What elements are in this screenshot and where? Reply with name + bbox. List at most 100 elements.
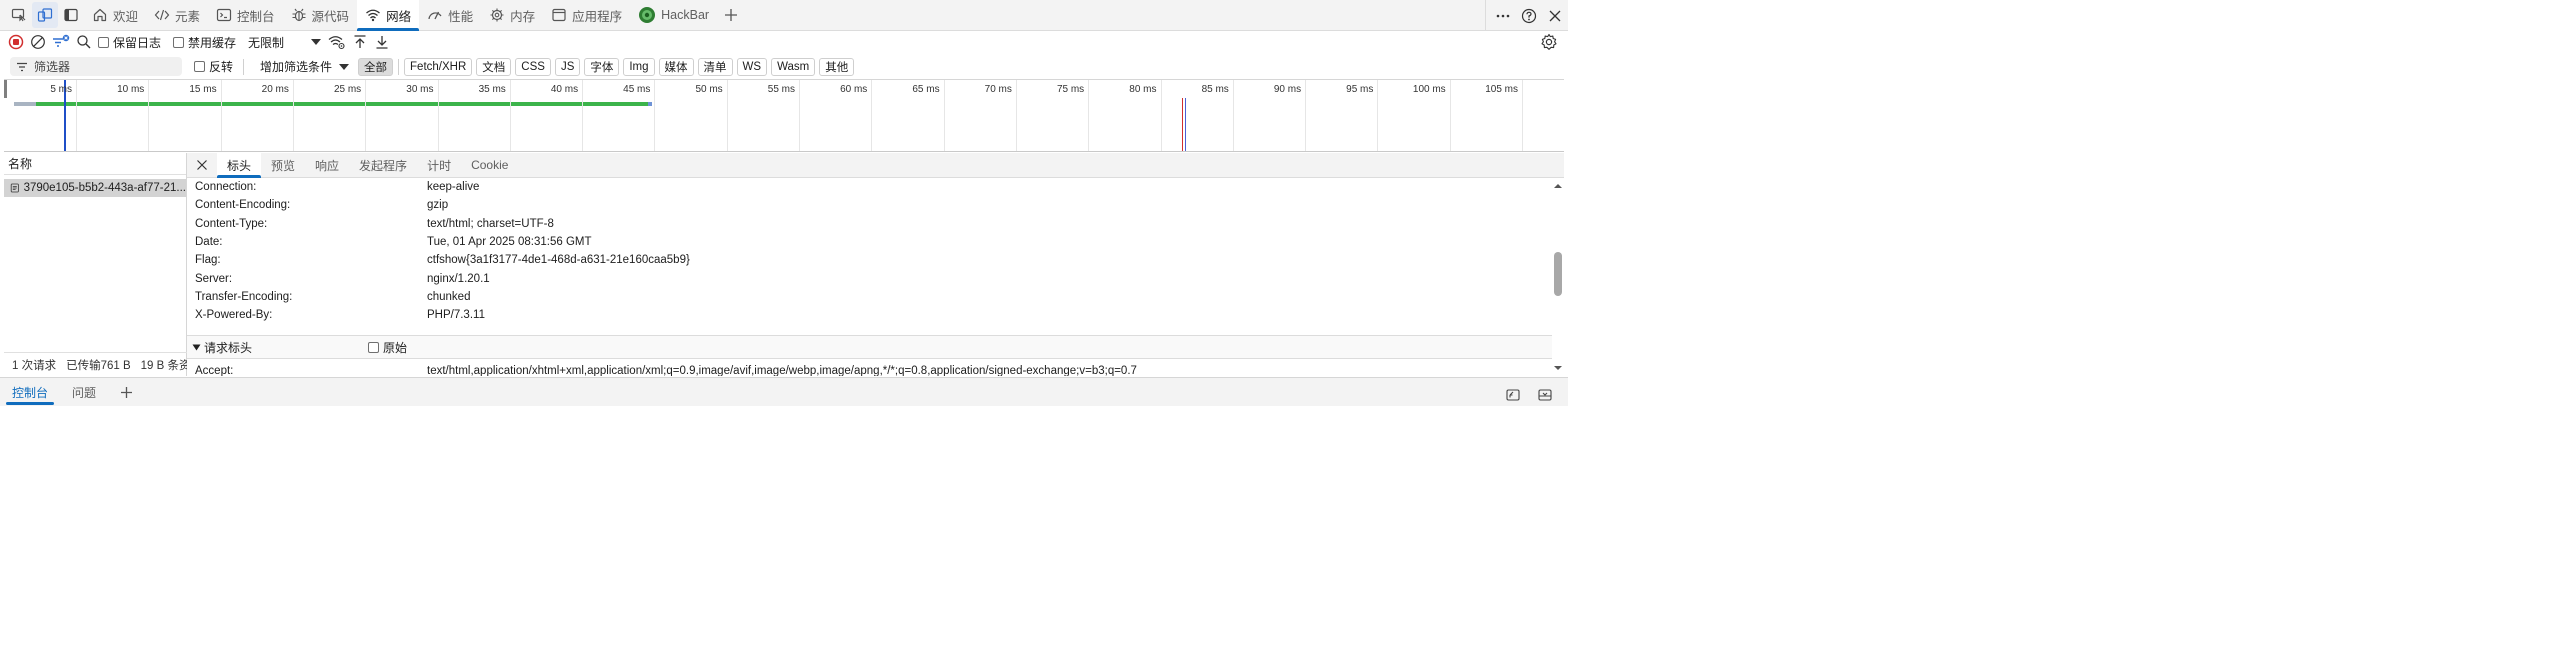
response-header-row: Server: nginx/1.20.1 <box>195 270 1545 288</box>
devtools-tab-bar: 欢迎 元素 控制台 源代码 网络 性能 内存 应用程序 HackBar <box>0 0 1568 31</box>
help-button[interactable] <box>1516 3 1542 29</box>
load-event-marker <box>1182 98 1183 151</box>
add-tool-button[interactable] <box>717 1 745 29</box>
scroll-down-arrow-icon[interactable] <box>1552 363 1564 373</box>
tab-initiator[interactable]: 发起程序 <box>349 153 417 178</box>
timeline-tick-label: 30 ms <box>406 84 434 95</box>
ellipsis-icon <box>1496 14 1510 17</box>
timeline-tick-label: 15 ms <box>189 84 217 95</box>
tab-console[interactable]: 控制台 <box>208 0 283 31</box>
invert-label: 反转 <box>209 60 234 74</box>
filter-placeholder: 筛选器 <box>34 60 71 74</box>
checkbox-box[interactable] <box>98 36 109 48</box>
tab-timing[interactable]: 计时 <box>417 153 461 178</box>
filter-chip-img[interactable]: Img <box>623 57 655 76</box>
filter-chip-all[interactable]: 全部 <box>358 57 394 76</box>
checkbox-box[interactable] <box>194 61 205 72</box>
filter-chip-other[interactable]: 其他 <box>819 57 855 76</box>
preserve-log-checkbox[interactable]: 保留日志 <box>98 31 161 53</box>
header-value: text/html,application/xhtml+xml,applicat… <box>427 365 1137 376</box>
header-value: Tue, 01 Apr 2025 08:31:56 GMT <box>427 236 592 248</box>
request-headers-section-header[interactable]: 请求标头 原始 <box>187 335 1552 359</box>
export-har-button[interactable] <box>374 31 390 53</box>
dock-icon <box>1506 389 1520 401</box>
raw-headers-checkbox[interactable]: 原始 <box>368 339 407 356</box>
tab-application[interactable]: 应用程序 <box>543 0 630 31</box>
invert-checkbox[interactable]: 反转 <box>194 58 233 75</box>
column-header-name[interactable]: 名称 <box>4 153 186 175</box>
filter-toggle-button[interactable] <box>52 31 70 53</box>
import-har-button[interactable] <box>352 31 368 53</box>
timeline-gridline <box>1088 80 1090 151</box>
tab-sources[interactable]: 源代码 <box>283 0 358 31</box>
filter-chip-css[interactable]: CSS <box>515 57 551 76</box>
tab-memory[interactable]: 内存 <box>481 0 543 31</box>
tab-welcome[interactable]: 欢迎 <box>84 0 146 31</box>
timeline-tick-label: 105 ms <box>1485 84 1518 95</box>
drawer-tab-issues[interactable]: 问题 <box>60 378 108 407</box>
tab-headers[interactable]: 标头 <box>217 152 262 178</box>
checkbox-box[interactable] <box>173 36 185 48</box>
tab-network[interactable]: 网络 <box>357 0 420 31</box>
search-button[interactable] <box>76 31 92 53</box>
filter-chip-ws[interactable]: WS <box>736 57 768 76</box>
checkbox-box[interactable] <box>368 341 379 353</box>
tab-label: HackBar <box>661 8 710 22</box>
filter-chip-manifest[interactable]: 清单 <box>697 57 733 76</box>
more-filters-dropdown[interactable]: 增加筛选条件 <box>260 58 350 75</box>
clear-icon <box>31 35 45 49</box>
triangle-down-icon <box>192 344 201 350</box>
filter-chip-media[interactable]: 媒体 <box>658 57 694 76</box>
more-options-button[interactable] <box>1490 3 1516 29</box>
network-overview-timeline[interactable]: 5 ms 10 ms 15 ms 20 ms 25 ms 30 ms 35 ms 40 ms 4… <box>4 79 1564 152</box>
tab-performance[interactable]: 性能 <box>419 0 481 31</box>
upload-icon <box>354 35 366 48</box>
header-name: Accept: <box>195 365 234 376</box>
filter-chip-js[interactable]: JS <box>554 57 581 76</box>
download-icon <box>376 36 388 49</box>
request-row[interactable]: 3790e105-b5b2-443a-af77-21... <box>4 179 186 197</box>
header-value: ctfshow{3a1f3177-4de1-468d-a631-21e160ca… <box>427 254 690 266</box>
tab-response[interactable]: 响应 <box>305 153 349 178</box>
network-conditions-button[interactable] <box>328 31 346 53</box>
header-value: keep-alive <box>427 181 480 193</box>
filter-chip-font[interactable]: 字体 <box>584 57 620 76</box>
record-button[interactable] <box>8 31 24 53</box>
header-value: text/html; charset=UTF-8 <box>427 218 554 230</box>
filter-input[interactable]: 筛选器 <box>10 57 182 76</box>
request-list: 名称 3790e105-b5b2-443a-af77-21... 1 次请求 已… <box>4 153 187 376</box>
throttling-select[interactable]: 无限制 <box>248 31 322 53</box>
scrollbar-thumb[interactable] <box>1554 252 1562 296</box>
response-header-row: X-Powered-By: PHP/7.3.11 <box>195 306 1545 324</box>
inspect-element-button[interactable] <box>6 2 32 28</box>
clear-button[interactable] <box>30 31 46 53</box>
add-drawer-tab-button[interactable] <box>108 378 145 407</box>
document-icon <box>10 183 19 193</box>
filter-chip-doc[interactable]: 文档 <box>476 57 512 76</box>
network-settings-button[interactable] <box>1540 33 1558 51</box>
code-icon <box>154 9 170 21</box>
filter-chip-fetch-xhr[interactable]: Fetch/XHR <box>404 57 473 76</box>
disable-cache-checkbox[interactable]: 禁用缓存 <box>173 31 236 53</box>
close-detail-button[interactable] <box>187 153 217 178</box>
scroll-up-arrow-icon[interactable] <box>1552 181 1564 191</box>
close-drawer-button[interactable] <box>1532 382 1558 408</box>
timeline-gridline <box>1305 80 1307 151</box>
close-icon <box>197 160 207 170</box>
tab-preview[interactable]: 预览 <box>261 153 305 178</box>
drawer-tab-console[interactable]: 控制台 <box>0 378 60 407</box>
more-filters-label: 增加筛选条件 <box>260 60 333 74</box>
tab-elements[interactable]: 元素 <box>146 0 208 31</box>
inspect-icon <box>11 8 26 22</box>
undock-drawer-button[interactable] <box>1500 382 1526 408</box>
tab-cookies[interactable]: Cookie <box>461 153 518 178</box>
filter-chip-wasm[interactable]: Wasm <box>771 57 816 76</box>
chevron-down-icon <box>311 39 322 45</box>
timeline-tick-label: 55 ms <box>767 84 795 95</box>
throttling-value: 无限制 <box>248 35 285 50</box>
tab-hackbar[interactable]: HackBar <box>630 0 717 31</box>
dock-side-button[interactable] <box>58 2 84 28</box>
vertical-scrollbar[interactable] <box>1552 178 1564 376</box>
close-devtools-button[interactable] <box>1542 3 1568 29</box>
device-emulation-button[interactable] <box>32 2 58 28</box>
